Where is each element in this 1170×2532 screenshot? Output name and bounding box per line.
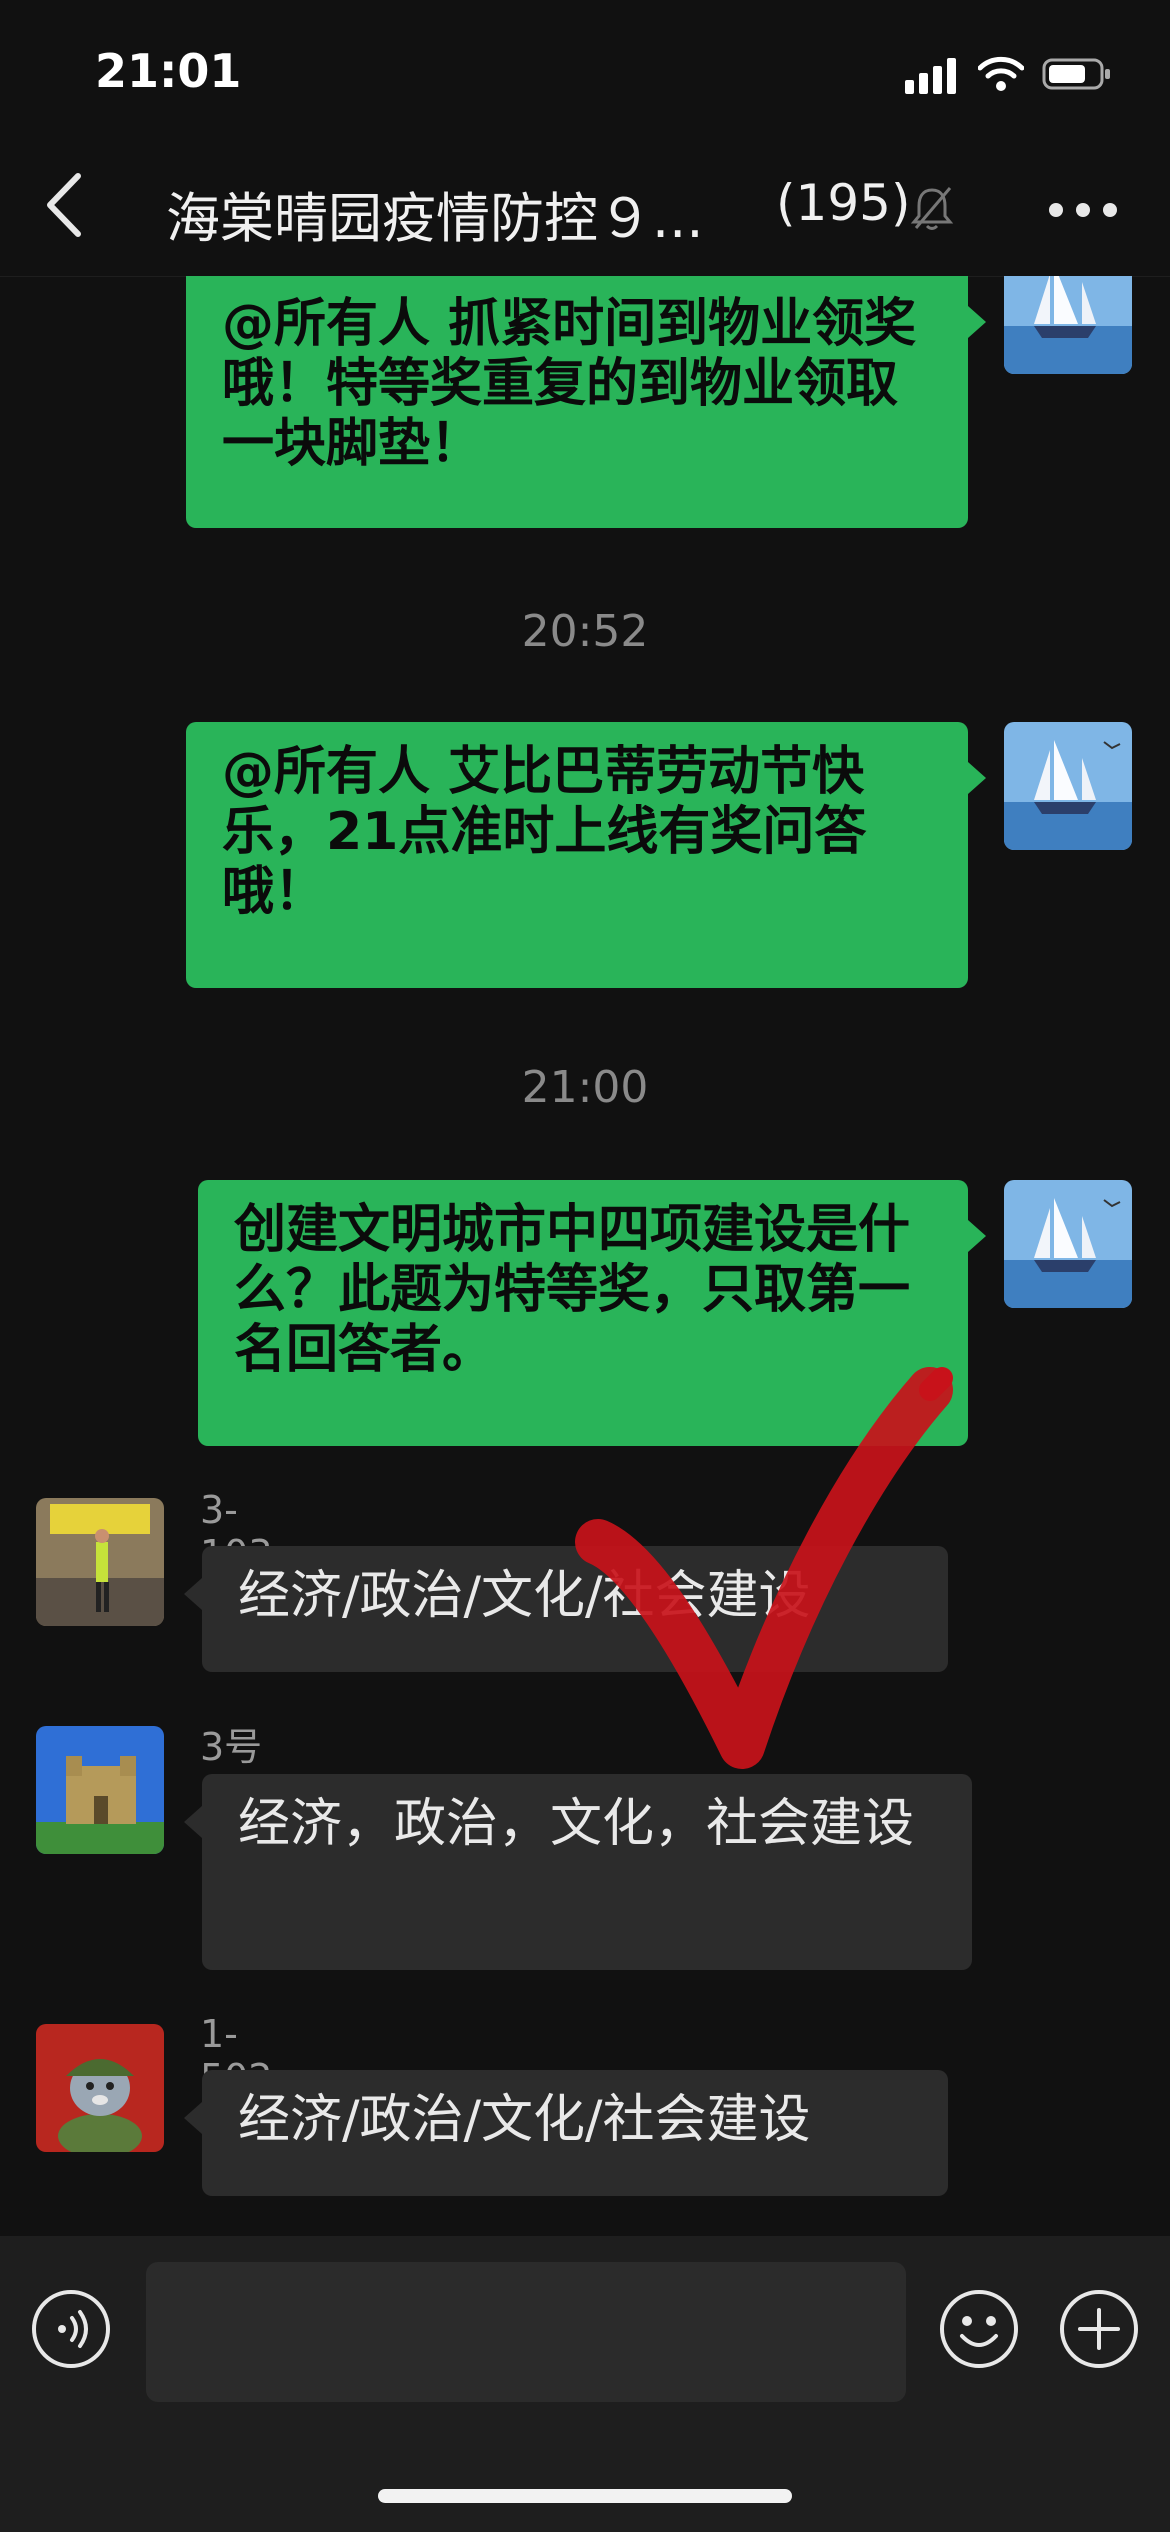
sailing-ship-avatar-icon (1004, 276, 1132, 374)
message-bubble[interactable]: 经济，政治，文化，社会建设 (202, 1774, 972, 1970)
bubble-tail (968, 306, 986, 338)
message-input[interactable] (146, 2262, 906, 2402)
battery-icon (1042, 58, 1110, 90)
status-bar: 21:01 (0, 0, 1170, 140)
message-bubble[interactable]: @所有人 抓紧时间到物业领奖哦！特等奖重复的到物业领取一块脚垫！ (186, 276, 968, 528)
input-bar (0, 2236, 1170, 2532)
bubble-tail (184, 1806, 202, 1838)
bubble-tail (968, 1220, 986, 1252)
bubble-tail (968, 762, 986, 794)
castle-photo-avatar-icon (36, 1726, 164, 1854)
my-avatar[interactable] (1004, 276, 1132, 374)
cellular-signal-icon (905, 58, 956, 94)
sailing-ship-avatar-icon (1004, 722, 1132, 850)
bubble-tail (184, 1578, 202, 1610)
plus-icon[interactable] (1058, 2288, 1140, 2370)
timestamp: 20:52 (521, 606, 649, 657)
wifi-icon (978, 56, 1024, 91)
more-dots-icon[interactable] (1046, 198, 1120, 222)
cartoon-cat-avatar-icon (36, 2024, 164, 2152)
chat-area[interactable]: @所有人 抓紧时间到物业领奖哦！特等奖重复的到物业领取一块脚垫！ 20:52 @… (0, 276, 1170, 2236)
mute-bell-icon (910, 187, 954, 230)
sailing-ship-avatar-icon (1004, 1180, 1132, 1308)
timestamp: 21:00 (521, 1062, 649, 1113)
emoji-icon[interactable] (938, 2288, 1020, 2370)
message-bubble[interactable]: 创建文明城市中四项建设是什么？此题为特等奖，只取第一名回答者。 (198, 1180, 968, 1446)
sender-avatar[interactable] (36, 1726, 164, 1854)
runner-photo-avatar-icon (36, 1498, 164, 1626)
voice-icon[interactable] (30, 2288, 112, 2370)
message-bubble[interactable]: 经济/政治/文化/社会建设 (202, 1546, 948, 1672)
home-indicator[interactable] (378, 2489, 792, 2503)
my-avatar[interactable] (1004, 722, 1132, 850)
status-time: 21:01 (95, 44, 242, 98)
sender-avatar[interactable] (36, 1498, 164, 1626)
message-bubble[interactable]: @所有人 艾比巴蒂劳动节快乐，21点准时上线有奖问答哦！ (186, 722, 968, 988)
my-avatar[interactable] (1004, 1180, 1132, 1308)
member-count: (195) (776, 174, 911, 232)
chat-header: 海棠晴园疫情防控９... (195) (0, 140, 1170, 277)
back-chevron-icon[interactable] (40, 170, 90, 240)
bubble-tail (184, 2102, 202, 2134)
message-bubble[interactable]: 经济/政治/文化/社会建设 (202, 2070, 948, 2196)
sender-avatar[interactable] (36, 2024, 164, 2152)
